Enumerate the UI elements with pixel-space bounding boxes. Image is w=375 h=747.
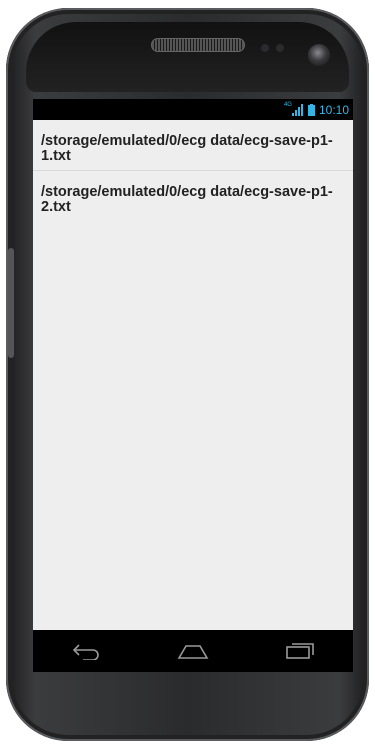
home-button[interactable]	[168, 636, 218, 666]
home-icon	[177, 642, 209, 660]
recents-icon	[285, 642, 315, 660]
back-button[interactable]	[61, 636, 111, 666]
status-time: 10:10	[318, 102, 349, 117]
phone-top-bezel	[26, 22, 349, 92]
battery-icon	[307, 103, 315, 116]
back-icon	[71, 642, 101, 660]
earpiece-speaker	[151, 38, 245, 52]
network-type-label: 4G	[283, 102, 292, 108]
proximity-sensor	[261, 44, 269, 52]
file-list: /storage/emulated/0/ecg data/ecg-save-p1…	[33, 120, 353, 630]
volume-key	[8, 248, 14, 358]
list-item[interactable]: /storage/emulated/0/ecg data/ecg-save-p1…	[33, 120, 353, 171]
front-camera	[308, 44, 330, 66]
list-item[interactable]: /storage/emulated/0/ecg data/ecg-save-p1…	[33, 171, 353, 221]
status-bar: 4G 10:10	[33, 99, 353, 120]
recents-button[interactable]	[275, 636, 325, 666]
light-sensor	[276, 44, 284, 52]
navigation-bar	[33, 630, 353, 672]
device-screen: 4G 10:10 /storage/emulated/0/ecg data/ec…	[33, 99, 353, 672]
signal-icon	[291, 103, 304, 116]
